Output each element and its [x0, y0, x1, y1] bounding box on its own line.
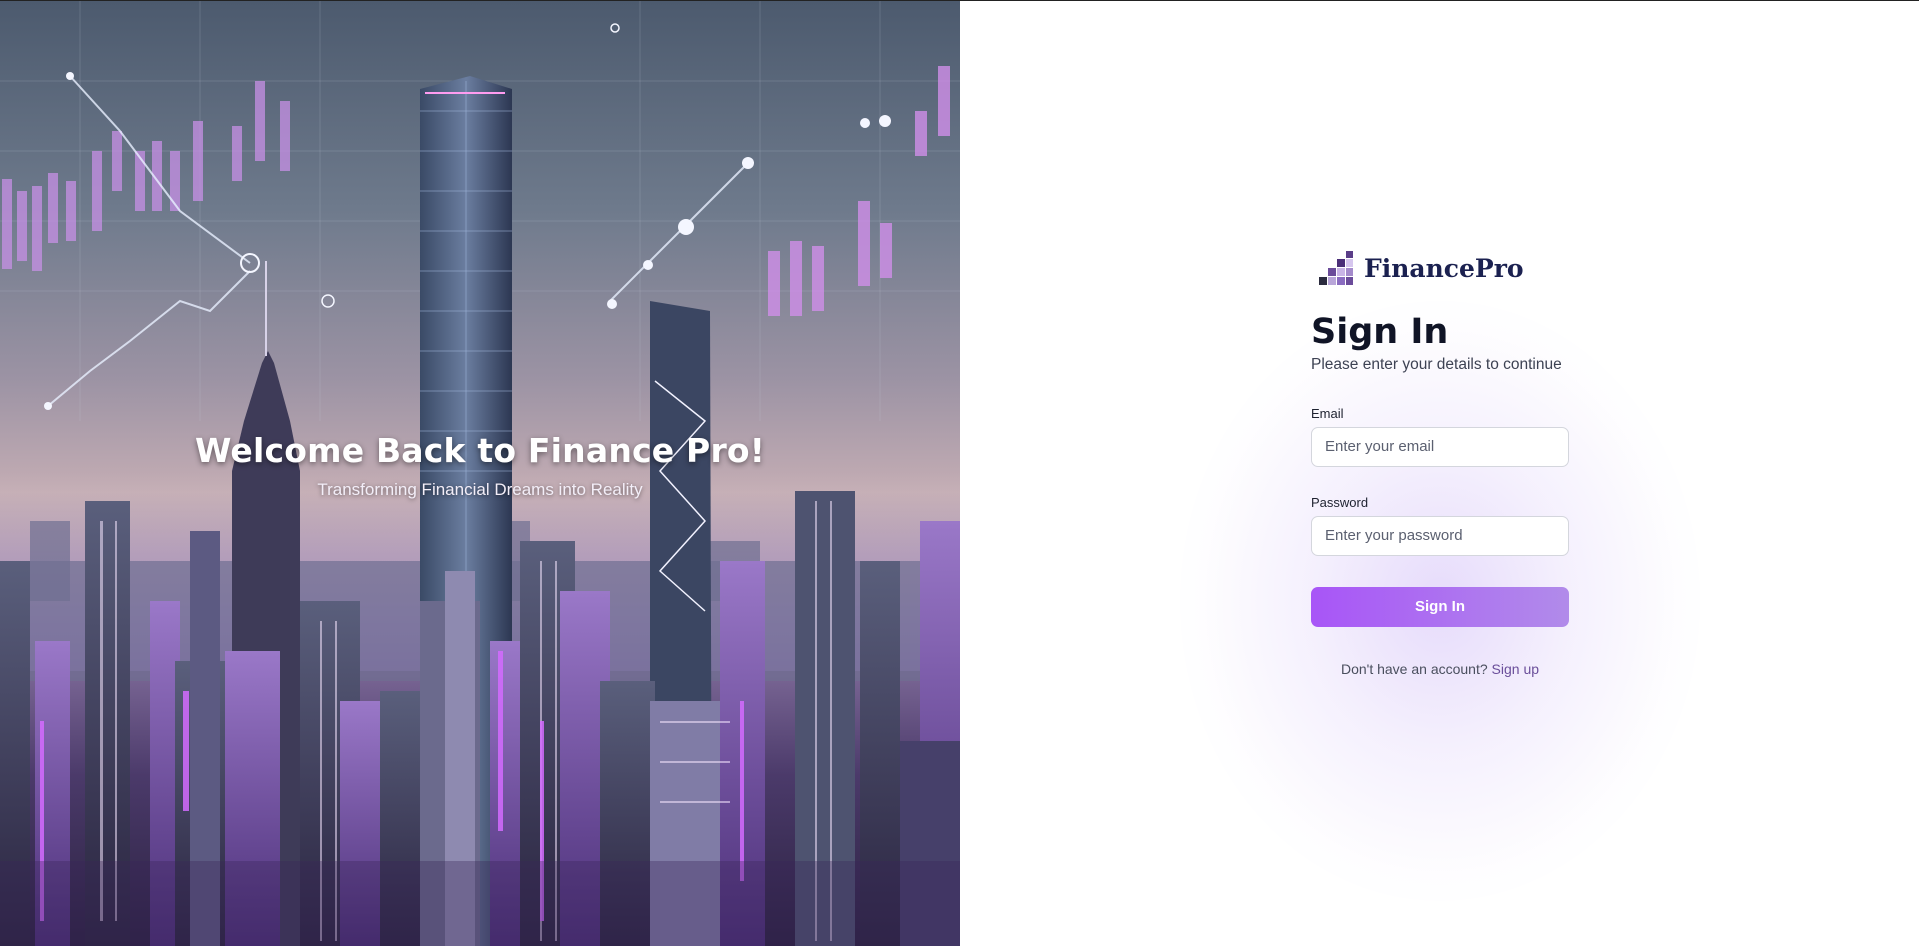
hero-title: Welcome Back to Finance Pro!	[194, 431, 766, 470]
signup-prompt-text: Don't have an account?	[1340, 660, 1488, 677]
email-label: Email	[1311, 405, 1344, 421]
password-label: Password	[1311, 494, 1369, 510]
hero-subtitle: Transforming Financial Dreams into Reali…	[317, 480, 643, 499]
password-field[interactable]	[1311, 515, 1569, 556]
signup-prompt-row: Don't have an account? Sign up	[1311, 661, 1569, 677]
hero-panel: Welcome Back to Finance Pro! Transformin…	[0, 1, 960, 946]
brand: FinancePro	[1319, 251, 1569, 285]
form-subtitle: Please enter your details to continue	[1311, 355, 1562, 373]
hero-text-block: Welcome Back to Finance Pro! Transformin…	[0, 431, 960, 500]
sign-in-button[interactable]: Sign In	[1311, 586, 1569, 627]
form-title: Sign In	[1311, 312, 1449, 352]
email-field[interactable]	[1311, 426, 1569, 467]
sign-in-form: FinancePro Sign In Please enter your det…	[1311, 251, 1569, 677]
auth-panel: FinancePro Sign In Please enter your det…	[960, 1, 1919, 946]
login-page: Welcome Back to Finance Pro! Transformin…	[0, 0, 1919, 946]
bar-steps-logo-icon	[1319, 251, 1353, 285]
sign-up-link[interactable]: Sign up	[1492, 661, 1539, 677]
brand-name: FinancePro	[1364, 253, 1524, 283]
